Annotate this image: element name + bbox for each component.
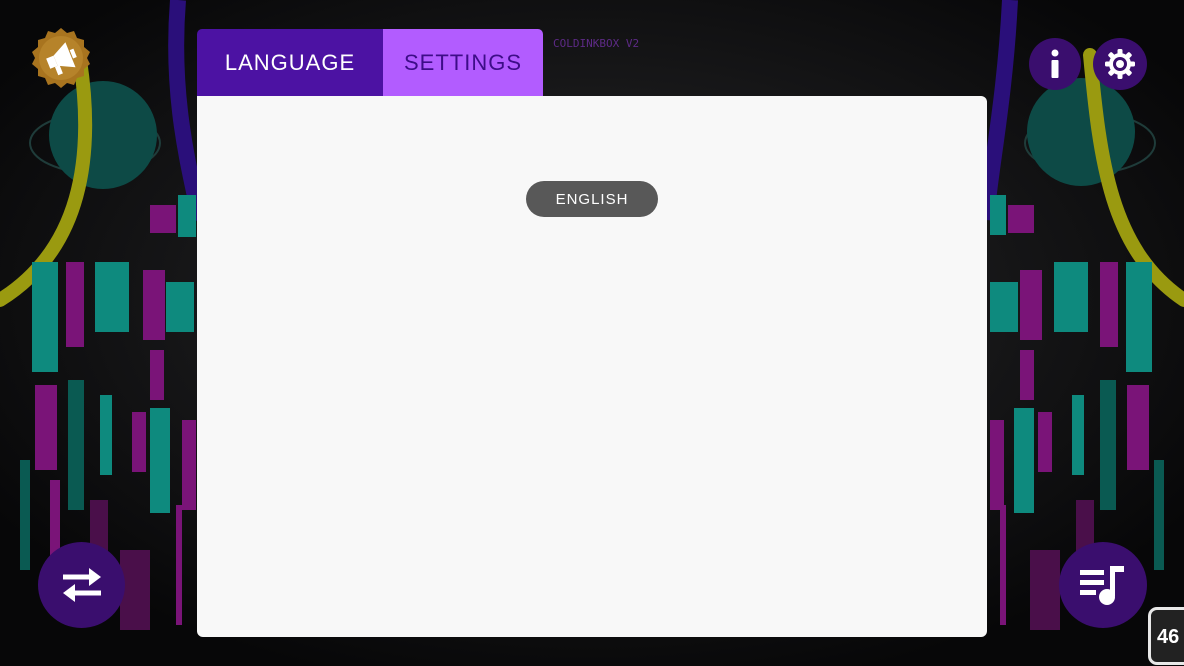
- swap-arrows-icon: [62, 568, 101, 602]
- app-brand: COLDINKBOX V2: [553, 37, 640, 50]
- language-option-english[interactable]: ENGLISH: [526, 181, 658, 217]
- swap-button[interactable]: [38, 542, 125, 628]
- info-icon: [1051, 49, 1059, 78]
- tab-language[interactable]: LANGUAGE: [197, 29, 383, 97]
- news-button[interactable]: [30, 27, 92, 89]
- tab-settings[interactable]: SETTINGS: [383, 29, 543, 97]
- playlist-music-icon: [1080, 566, 1124, 605]
- dialog-tabs: LANGUAGE SETTINGS: [197, 29, 543, 97]
- level-badge-count: 46: [1157, 626, 1180, 648]
- playlist-button[interactable]: [1059, 542, 1147, 628]
- level-badge[interactable]: 46: [1148, 607, 1184, 665]
- gear-icon: [1105, 49, 1135, 79]
- language-panel: ENGLISH: [197, 96, 987, 637]
- settings-button[interactable]: [1093, 38, 1147, 90]
- megaphone-icon: [32, 28, 90, 88]
- info-button[interactable]: [1029, 38, 1081, 90]
